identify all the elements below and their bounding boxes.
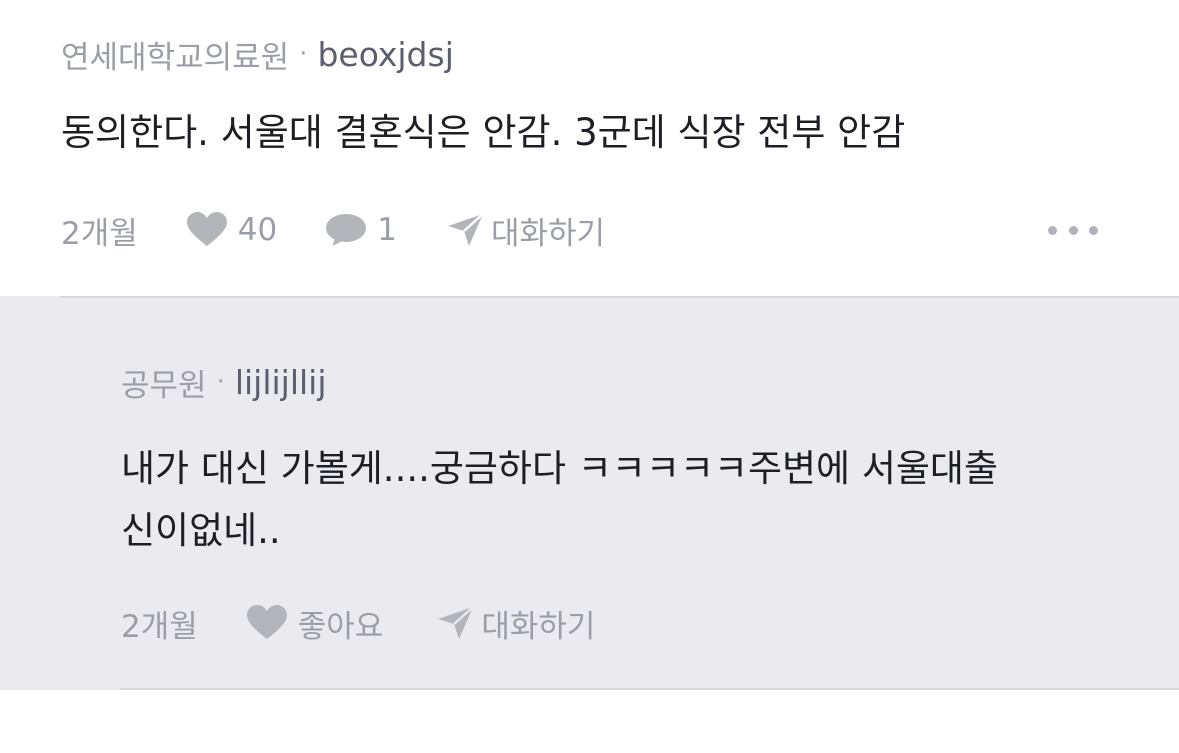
comment-actions: 2개월 40 1 대화하기 bbox=[61, 206, 605, 254]
comment-body: 동의한다. 서울대 결혼식은 안감. 3군데 식장 전부 안감 bbox=[61, 111, 906, 154]
more-icon-dot bbox=[1068, 225, 1078, 235]
divider bbox=[60, 296, 1179, 298]
comment-author-line: 연세대학교의료원 · beoxjdsj bbox=[61, 30, 454, 78]
heart-icon bbox=[186, 212, 227, 246]
start-chat-button[interactable]: 대화하기 bbox=[447, 208, 605, 253]
meta-separator: · bbox=[216, 367, 225, 397]
more-options-button[interactable] bbox=[1048, 222, 1098, 238]
send-icon bbox=[447, 213, 484, 246]
start-chat-label: 대화하기 bbox=[490, 215, 606, 252]
divider bbox=[120, 688, 1179, 690]
reply-body-line: 내가 대신 가볼게....궁금하다 ㅋㅋㅋㅋㅋ주변에 서울대출 bbox=[121, 447, 999, 490]
reply-body-line: 신이없네.. bbox=[121, 509, 281, 552]
reply-start-chat-label: 대화하기 bbox=[481, 608, 596, 645]
heart-icon bbox=[246, 605, 287, 639]
reply-author-username[interactable]: lijlijllij bbox=[235, 363, 327, 402]
more-icon-dot bbox=[1089, 225, 1098, 235]
reply-like-button[interactable]: 좋아요 bbox=[246, 601, 384, 646]
comment-timestamp: 2개월 bbox=[61, 215, 138, 252]
speech-bubble-icon bbox=[326, 214, 367, 246]
reply-author-organization: 공무원 bbox=[121, 367, 207, 404]
like-count: 40 bbox=[237, 212, 278, 248]
reply-actions: 2개월 좋아요 대화하기 bbox=[121, 599, 595, 647]
comment-thread: 연세대학교의료원 · beoxjdsj 동의한다. 서울대 결혼식은 안감. 3… bbox=[0, 0, 1179, 753]
author-organization: 연세대학교의료원 bbox=[61, 39, 290, 76]
reply-count-button[interactable]: 1 bbox=[325, 212, 397, 248]
comment: 연세대학교의료원 · beoxjdsj 동의한다. 서울대 결혼식은 안감. 3… bbox=[0, 0, 1179, 296]
reply-timestamp: 2개월 bbox=[121, 608, 198, 645]
like-button[interactable]: 40 bbox=[186, 212, 277, 248]
reply-start-chat-button[interactable]: 대화하기 bbox=[437, 601, 595, 646]
more-icon bbox=[1048, 225, 1057, 235]
reply-count: 1 bbox=[377, 212, 397, 248]
meta-separator: · bbox=[299, 39, 308, 69]
reply-author-line: 공무원 · lijlijllij bbox=[121, 358, 327, 406]
send-icon bbox=[438, 606, 475, 639]
reply-like-label: 좋아요 bbox=[297, 608, 384, 645]
author-username[interactable]: beoxjdsj bbox=[317, 35, 453, 74]
reply-body: 내가 대신 가볼게....궁금하다 ㅋㅋㅋㅋㅋ주변에 서울대출 신이없네.. bbox=[121, 438, 1131, 562]
